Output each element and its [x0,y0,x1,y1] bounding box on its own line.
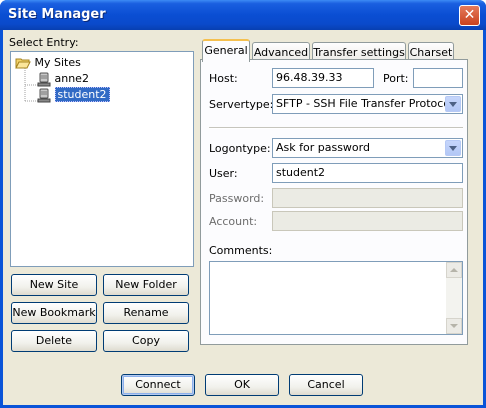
new-folder-button[interactable]: New Folder [103,274,189,296]
tab-label: General [204,44,248,57]
user-label: User: [209,167,238,180]
servertype-select[interactable]: SFTP - SSH File Transfer Protocol [272,94,463,114]
port-input[interactable] [413,68,463,88]
servertype-label: Servertype: [209,98,274,111]
scroll-up-icon[interactable] [446,262,462,278]
open-folder-icon [15,58,31,69]
tree-item-anne2[interactable]: anne2 [37,71,89,87]
button-label: New Folder [115,278,177,291]
user-input[interactable]: student2 [272,163,463,183]
title-bar[interactable]: Site Manager ✕ [0,0,486,30]
copy-button[interactable]: Copy [103,330,189,352]
password-label: Password: [209,192,265,205]
scrollbar[interactable] [446,262,462,334]
site-tree[interactable]: My Sites anne2 student2 [10,51,194,267]
comments-label: Comments: [209,244,273,257]
tree-item-label: My Sites [34,56,81,69]
logontype-label: Logontype: [209,142,271,155]
new-site-button[interactable]: New Site [11,274,97,296]
tree-item-my-sites[interactable]: My Sites [15,55,81,71]
port-label: Port: [383,72,409,85]
account-input [272,211,463,231]
account-label: Account: [209,215,258,228]
cancel-button[interactable]: Cancel [289,374,363,396]
button-label: Connect [135,378,181,391]
scroll-down-icon[interactable] [446,318,462,334]
servertype-value: SFTP - SSH File Transfer Protocol [276,97,454,110]
comments-textarea[interactable] [209,261,463,335]
button-label: OK [234,378,250,391]
password-input [272,188,463,208]
site-manager-window: Site Manager ✕ Select Entry: My Sites an… [0,0,486,408]
tree-item-label-selected: student2 [54,87,110,102]
host-input[interactable]: 96.48.39.33 [272,68,374,88]
tab-label: Advanced [253,46,309,59]
button-label: New Site [29,278,79,291]
tab-label: Charset [409,46,453,59]
dialog-client-area: Select Entry: My Sites anne2 student2 Ne… [3,30,483,405]
logontype-value: Ask for password [276,141,370,154]
button-label: Cancel [307,378,345,391]
button-label: Delete [35,334,73,347]
close-button[interactable]: ✕ [459,5,480,26]
host-label: Host: [209,72,238,85]
ok-button[interactable]: OK [205,374,279,396]
tab-general[interactable]: General [202,39,250,62]
server-icon [37,88,51,102]
chevron-down-icon[interactable] [445,96,461,112]
new-bookmark-button[interactable]: New Bookmark [11,302,97,324]
window-title: Site Manager [8,7,106,22]
logontype-select[interactable]: Ask for password [272,138,463,158]
button-label: New Bookmark [12,306,96,319]
connect-button[interactable]: Connect [121,374,195,396]
chevron-down-icon[interactable] [445,140,461,156]
tree-item-student2[interactable]: student2 [37,87,110,103]
server-icon [37,72,51,86]
close-icon: ✕ [463,7,476,23]
select-entry-label: Select Entry: [9,36,79,49]
button-label: Rename [123,306,169,319]
rename-button[interactable]: Rename [103,302,189,324]
divider [209,127,463,129]
button-label: Copy [132,334,160,347]
tree-item-label: anne2 [54,72,89,85]
tab-label: Transfer settings [313,46,405,59]
general-tab-panel: Host: 96.48.39.33 Port: Servertype: SFTP… [200,59,468,345]
delete-button[interactable]: Delete [11,330,97,352]
